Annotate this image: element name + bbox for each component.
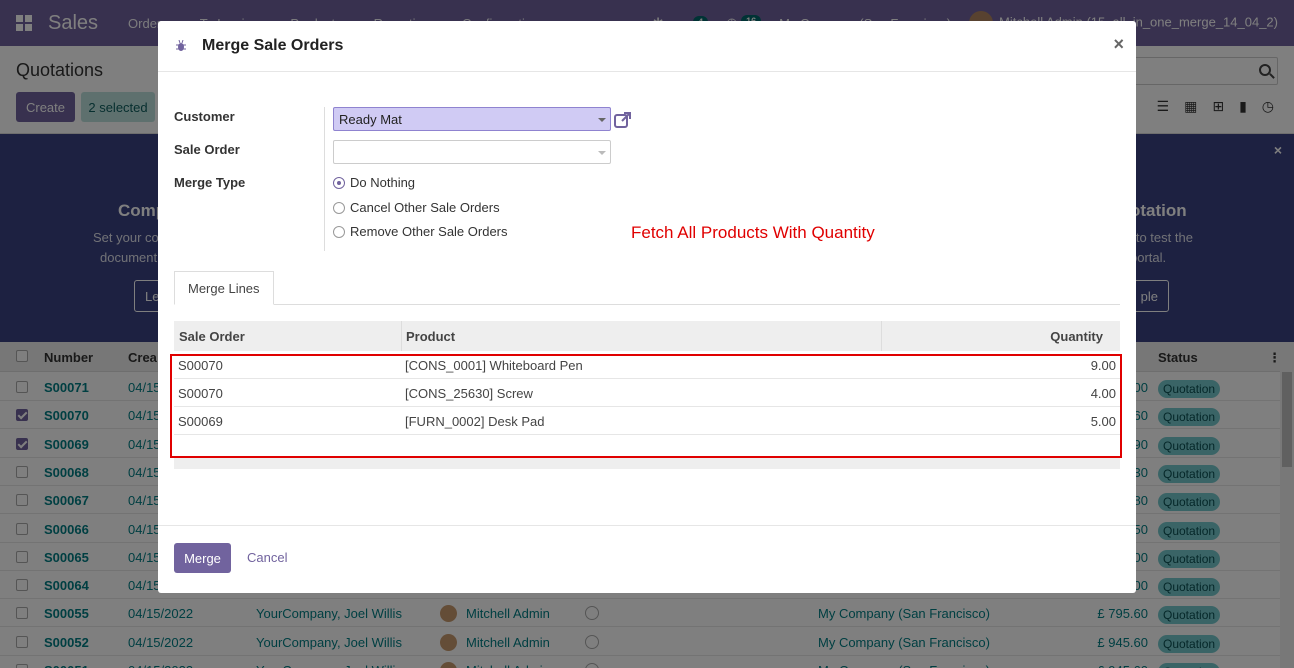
chevron-down-icon <box>598 118 606 122</box>
field-separator <box>324 107 325 251</box>
tab-merge-lines[interactable]: Merge Lines <box>174 271 274 305</box>
customer-value: Ready Mat <box>339 112 402 127</box>
radio-label-do-nothing[interactable]: Do Nothing <box>350 175 415 190</box>
annotation-callout: Fetch All Products With Quantity <box>631 223 875 242</box>
column-sale-order[interactable]: Sale Order <box>179 329 245 344</box>
merge-sale-orders-dialog: Merge Sale Orders × Customer Sale Order … <box>158 21 1136 593</box>
chevron-down-icon <box>598 151 606 155</box>
radio-remove-other[interactable] <box>333 226 345 238</box>
customer-select[interactable]: Ready Mat <box>333 107 611 131</box>
table-footer <box>174 457 1120 469</box>
radio-label-remove-other[interactable]: Remove Other Sale Orders <box>350 224 508 239</box>
radio-cancel-other[interactable] <box>333 202 345 214</box>
highlight-box <box>170 354 1122 458</box>
merge-type-label: Merge Type <box>174 175 246 190</box>
column-quantity[interactable]: Quantity <box>1050 329 1103 344</box>
table-header: Sale Order Product Quantity <box>174 321 1120 351</box>
radio-do-nothing[interactable] <box>333 177 345 189</box>
sale-order-select[interactable] <box>333 140 611 164</box>
close-icon[interactable]: × <box>1113 34 1124 55</box>
dialog-title: Merge Sale Orders <box>202 37 344 54</box>
external-link-icon[interactable] <box>613 110 633 130</box>
bug-icon <box>176 40 186 51</box>
cancel-button[interactable]: Cancel <box>247 550 287 565</box>
dialog-footer: Merge Cancel <box>158 525 1136 593</box>
dialog-header: Merge Sale Orders × <box>158 21 1136 72</box>
notebook-tabs: Merge Lines <box>174 271 1120 305</box>
customer-label: Customer <box>174 109 235 124</box>
column-product[interactable]: Product <box>406 329 455 344</box>
merge-button[interactable]: Merge <box>174 543 231 573</box>
radio-label-cancel-other[interactable]: Cancel Other Sale Orders <box>350 200 500 215</box>
sale-order-label: Sale Order <box>174 142 240 157</box>
